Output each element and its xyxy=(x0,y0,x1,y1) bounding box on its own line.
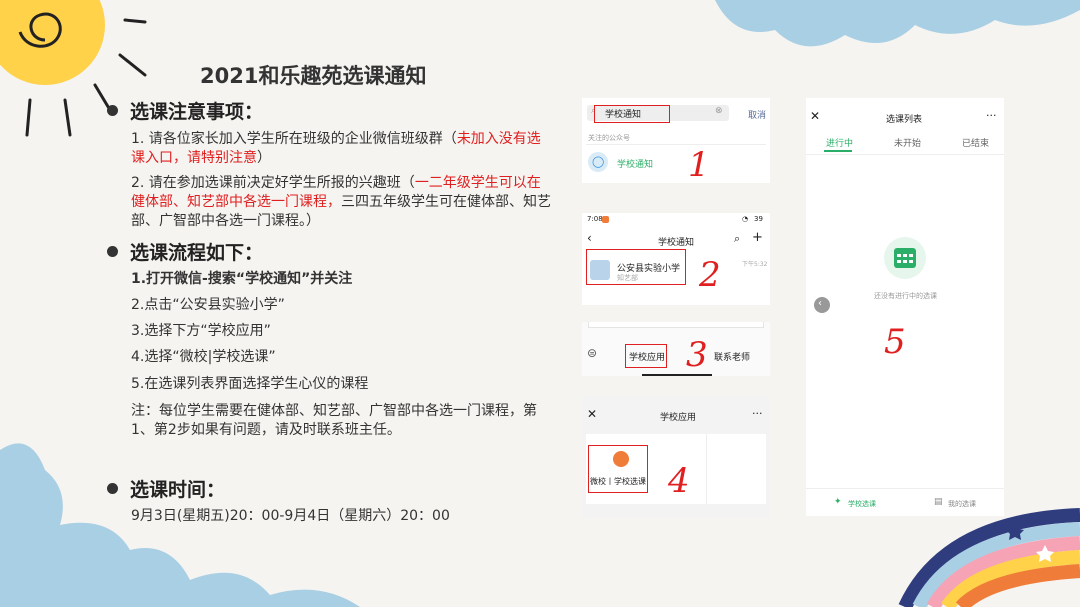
step-number-1: 1 xyxy=(688,145,710,185)
screenshot-tabs: ⊜ 学校应用 联系老师 xyxy=(582,322,770,376)
bottom-tab-my-course[interactable]: 我的选课 xyxy=(948,499,976,509)
process-step-5: 5.在选课列表界面选择学生心仪的课程 xyxy=(131,376,369,392)
status-time: 7:08 xyxy=(587,215,603,223)
notification-icon xyxy=(602,216,609,223)
screenshot-course-list: ✕ 选课列表 ··· 进行中 未开始 已结束 还没有进行中的选课 ‹ ✦ 学校选… xyxy=(806,98,1004,516)
bottom-tab-school-course[interactable]: 学校选课 xyxy=(848,499,876,509)
clear-icon[interactable]: ⊗ xyxy=(715,106,723,116)
rainbow-decoration xyxy=(898,508,1080,607)
cancel-button[interactable]: 取消 xyxy=(748,108,766,121)
battery-level: 39 xyxy=(754,215,763,223)
account-header: 学校通知 xyxy=(658,238,695,248)
keyboard-icon[interactable]: ⊜ xyxy=(587,346,597,360)
wifi-icon: ◔ xyxy=(742,215,749,223)
content-area xyxy=(588,322,764,328)
bullet-icon xyxy=(107,483,118,494)
my-course-icon: ▤ xyxy=(934,497,943,507)
process-step-3: 3.选择下方“学校应用” xyxy=(131,323,271,339)
notes-heading: 选课注意事项： xyxy=(107,97,263,124)
account-avatar-icon: ◯ xyxy=(588,152,608,172)
divider xyxy=(586,144,766,145)
step-number-5: 5 xyxy=(884,322,906,362)
back-icon[interactable]: ‹ xyxy=(587,231,592,245)
highlight-box xyxy=(594,105,670,123)
notes-item-1-end: ） xyxy=(257,150,271,166)
process-step-2: 2.点击“公安县实验小学” xyxy=(131,297,285,313)
screenshot-search: ⌕ 学校通知 ⊗ 取消 关注的公众号 ◯ 学校通知 xyxy=(582,98,770,183)
step-number-4: 4 xyxy=(668,461,690,501)
time-heading-text: 选课时间： xyxy=(130,479,226,501)
process-note: 注：每位学生需要在健体部、知艺部、广智部中各选一门课程，第1、第2步如果有问题，… xyxy=(131,403,537,438)
tab-not-started[interactable]: 未开始 xyxy=(894,136,921,149)
bullet-icon xyxy=(107,105,118,116)
plus-icon[interactable]: + xyxy=(752,230,763,245)
bullet-icon xyxy=(107,246,118,257)
panel-divider xyxy=(706,434,707,504)
notes-item-1-text: 1. 请各位家长加入学生所在班级的企业微信班级群（ xyxy=(131,131,457,147)
step-number-3: 3 xyxy=(686,335,708,375)
page-title: 2021和乐趣苑选课通知 xyxy=(200,64,427,88)
followed-accounts-label: 关注的公众号 xyxy=(588,134,630,142)
tab-ended[interactable]: 已结束 xyxy=(962,136,989,149)
course-icon: ✦ xyxy=(834,497,842,507)
notes-item-1: 1. 请各位家长加入学生所在班级的企业微信班级群（未加入没有选课入口，请特别注意… xyxy=(131,130,551,168)
course-list-header: 选课列表 xyxy=(886,115,923,125)
highlight-box xyxy=(625,344,667,368)
divider xyxy=(806,154,1004,155)
highlight-box xyxy=(588,445,648,493)
time-heading: 选课时间： xyxy=(107,475,225,502)
left-arrow-icon[interactable]: ‹ xyxy=(814,297,830,313)
apps-header: 学校应用 xyxy=(660,413,697,423)
tab-in-progress[interactable]: 进行中 xyxy=(826,136,853,149)
screenshot-account: 7:08 ◔ 39 ‹ 学校通知 ⌕ + 公安县实验小学 知艺部 下午5:32 xyxy=(582,213,770,305)
account-result[interactable]: 学校通知 xyxy=(617,157,653,170)
process-step-1: 1.打开微信-搜索“学校通知”并关注 xyxy=(131,271,353,287)
empty-state-text: 还没有进行中的选课 xyxy=(874,292,937,300)
bottom-divider xyxy=(806,488,1004,489)
notes-heading-text: 选课注意事项： xyxy=(130,101,264,123)
message-time: 下午5:32 xyxy=(742,261,768,268)
notes-item-2: 2. 请在参加选课前决定好学生所报的兴趣班（一二年级学生可以在健体部、知艺部中各… xyxy=(131,174,551,231)
more-icon[interactable]: ··· xyxy=(752,407,763,420)
tab-contact-teacher[interactable]: 联系老师 xyxy=(714,350,750,363)
close-icon[interactable]: ✕ xyxy=(587,407,597,421)
highlight-box xyxy=(586,249,686,285)
time-value: 9月3日(星期五)20：00-9月4日（星期六）20：00 xyxy=(131,508,450,524)
process-heading: 选课流程如下： xyxy=(107,238,263,265)
close-icon[interactable]: ✕ xyxy=(810,109,820,123)
sun-decoration xyxy=(0,0,147,137)
more-icon[interactable]: ··· xyxy=(986,109,997,122)
calendar-icon xyxy=(884,237,926,279)
tab-indicator xyxy=(824,150,852,152)
cloud-top-right xyxy=(715,0,1080,47)
process-heading-text: 选课流程如下： xyxy=(130,242,264,264)
step-number-2: 2 xyxy=(699,255,721,295)
process-step-4: 4.选择“微校|学校选课” xyxy=(131,349,276,365)
notes-item-2-text: 2. 请在参加选课前决定好学生所报的兴趣班（ xyxy=(131,175,415,191)
search-icon[interactable]: ⌕ xyxy=(734,232,740,246)
